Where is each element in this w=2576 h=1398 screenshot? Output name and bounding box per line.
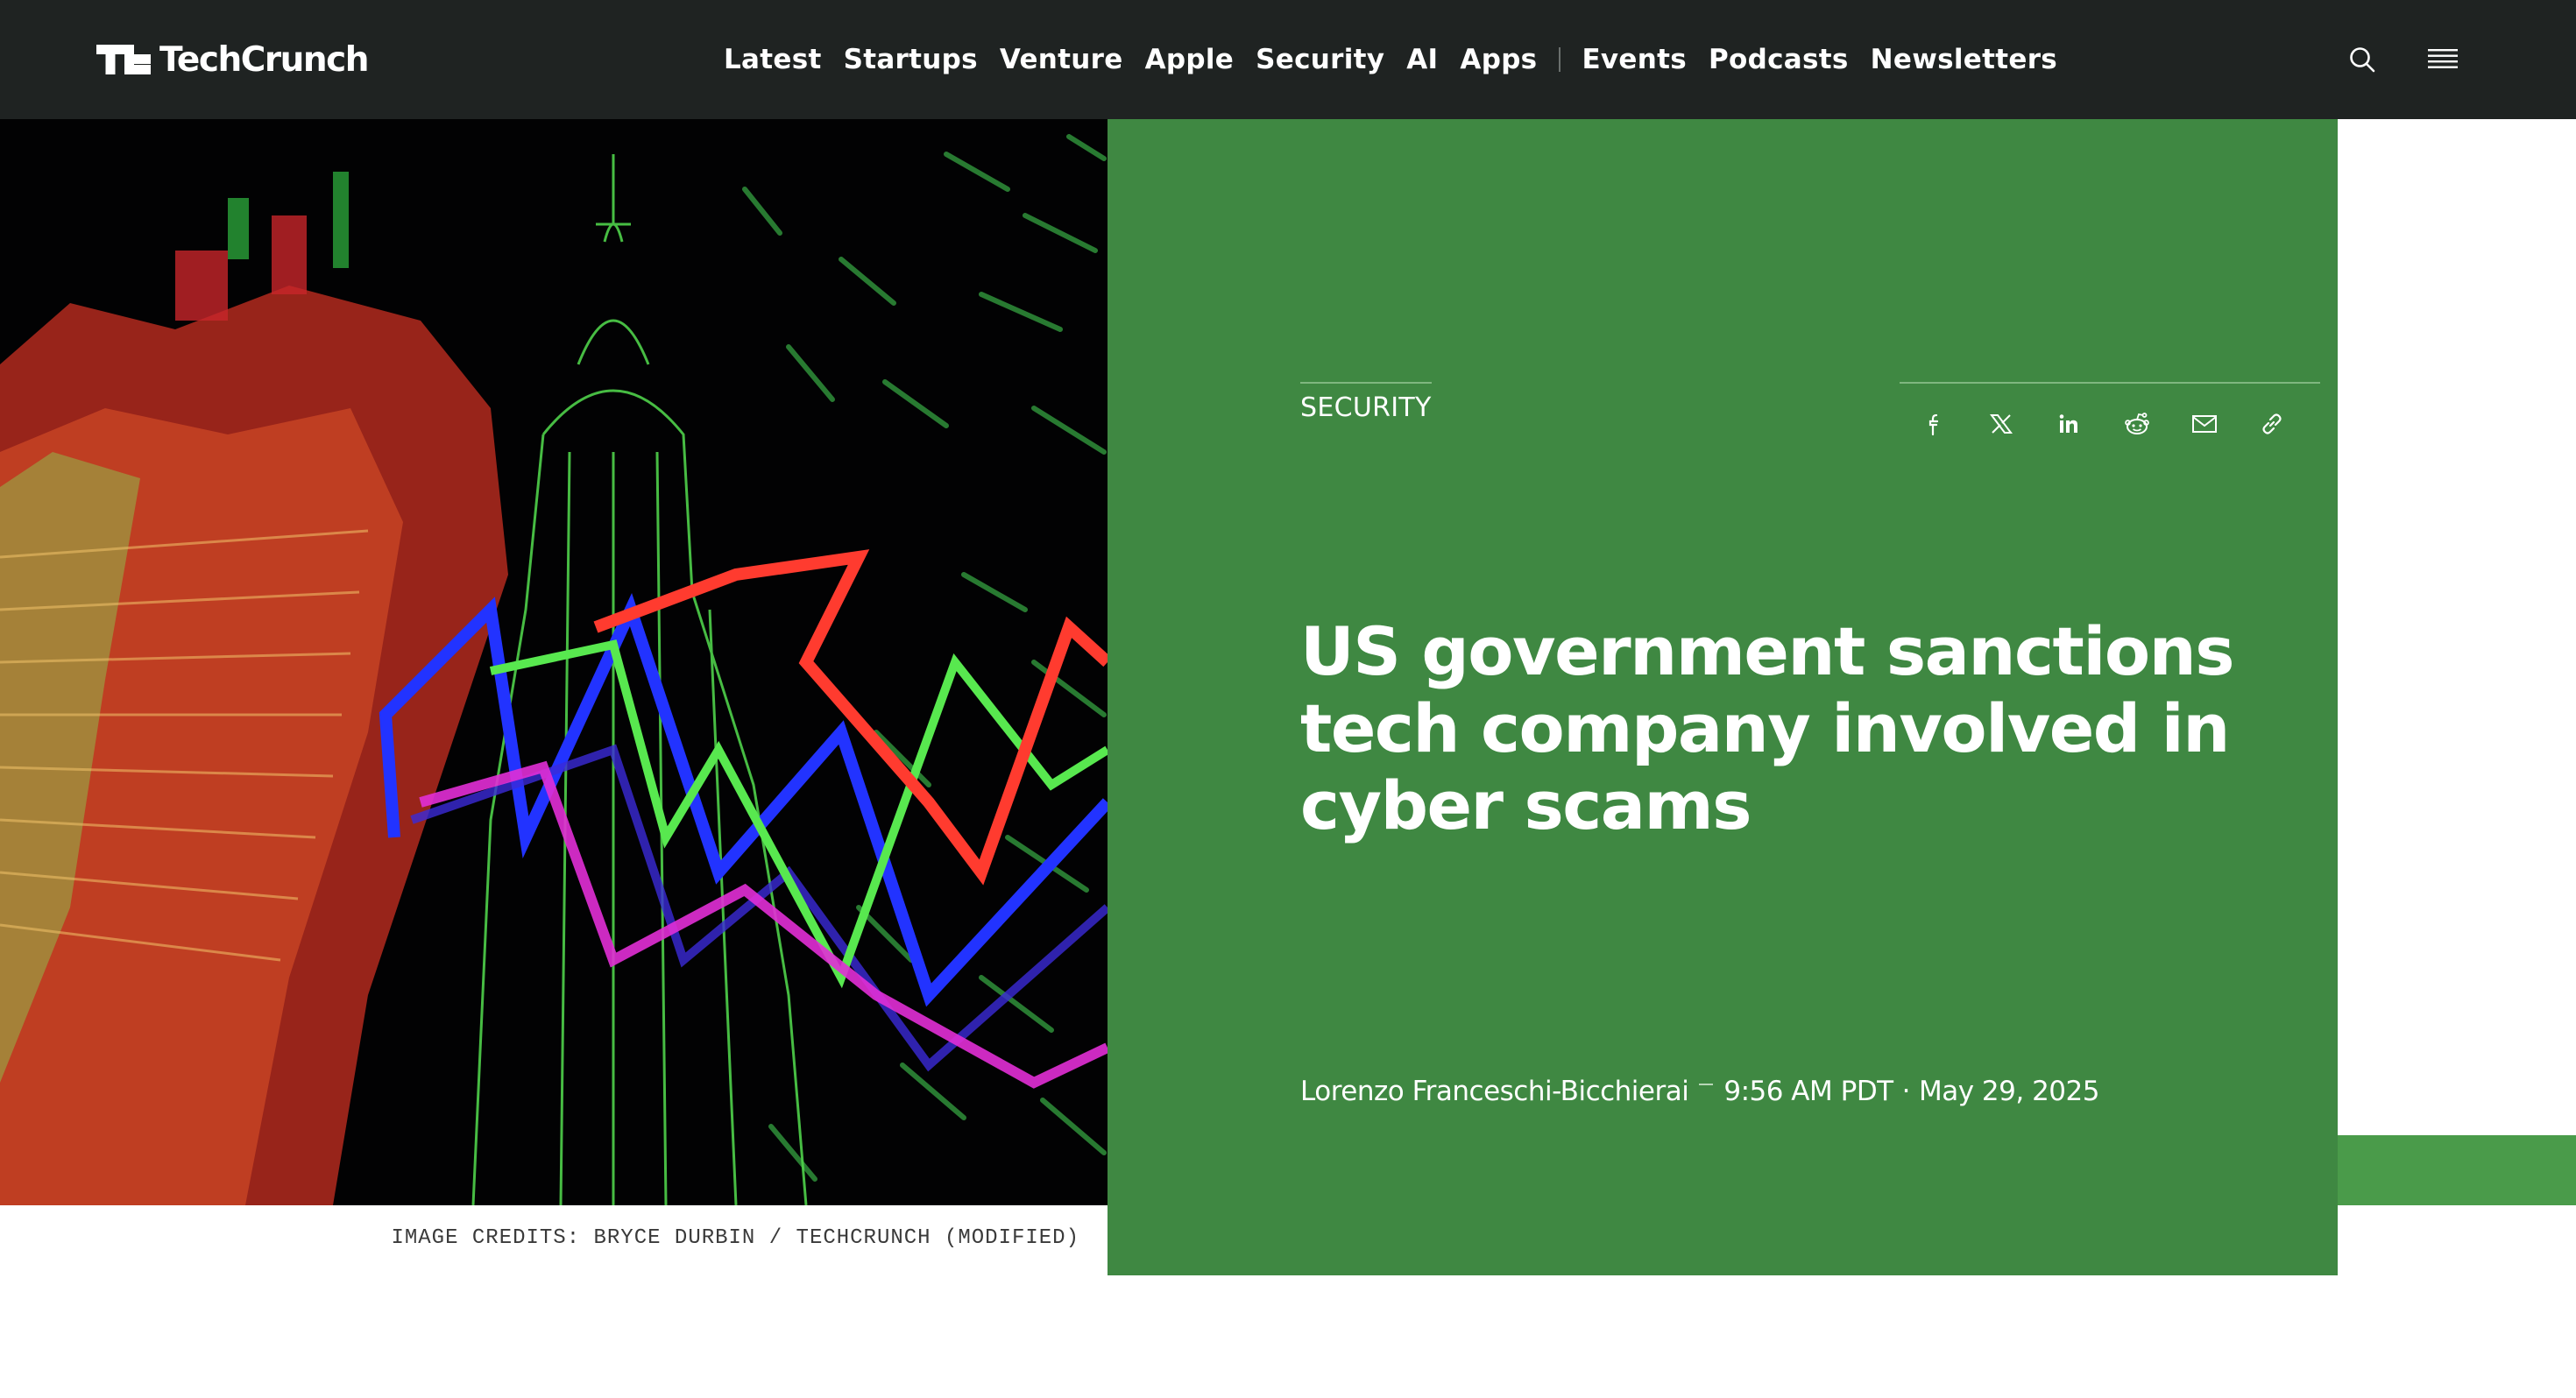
share-x-button[interactable] <box>1981 403 2020 445</box>
search-button[interactable] <box>2343 40 2381 79</box>
x-icon <box>1989 414 2013 434</box>
nav-link-apple[interactable]: Apple <box>1145 44 1235 75</box>
menu-button[interactable] <box>2424 40 2462 79</box>
article-title: US government sanctions tech company inv… <box>1300 612 2234 844</box>
panel-accent-block <box>2338 1135 2576 1205</box>
techcrunch-logo[interactable]: TechCrunch <box>96 39 370 81</box>
byline: Lorenzo Franceschi-Bicchierai 9:56 AM PD… <box>1300 1076 2099 1107</box>
dot-separator: · <box>1901 1076 1911 1107</box>
category-link[interactable]: SECURITY <box>1300 392 1432 423</box>
share-facebook-button[interactable] <box>1914 403 1953 445</box>
category-block: SECURITY <box>1300 382 1432 423</box>
nav-link-apps[interactable]: Apps <box>1460 44 1537 75</box>
nav-link-events[interactable]: Events <box>1582 44 1687 75</box>
linkedin-icon <box>2060 414 2078 433</box>
share-bar <box>1900 382 2320 445</box>
hamburger-menu-icon <box>2428 49 2458 68</box>
author-link[interactable]: Lorenzo Franceschi-Bicchierai <box>1300 1076 1689 1107</box>
share-email-button[interactable] <box>2184 403 2224 445</box>
image-credit: IMAGE CREDITS: BRYCE DURBIN / TECHCRUNCH… <box>391 1226 1079 1250</box>
top-nav: TechCrunch Latest Startups Venture Apple… <box>0 0 2576 119</box>
nav-link-ai[interactable]: AI <box>1406 44 1438 75</box>
nav-link-latest[interactable]: Latest <box>724 44 822 75</box>
publish-date: May 29, 2025 <box>1918 1076 2100 1107</box>
reddit-icon <box>2124 413 2149 434</box>
hero-illustration <box>0 119 1108 1205</box>
tc-logo-mark-icon <box>96 45 151 74</box>
category-divider <box>1300 382 1432 384</box>
hero-image <box>0 119 1108 1205</box>
nav-link-podcasts[interactable]: Podcasts <box>1709 44 1849 75</box>
facebook-icon <box>1928 413 1938 436</box>
nav-link-venture[interactable]: Venture <box>1000 44 1123 75</box>
nav-link-security[interactable]: Security <box>1256 44 1384 75</box>
share-link-button[interactable] <box>2253 403 2292 445</box>
nav-link-newsletters[interactable]: Newsletters <box>1871 44 2057 75</box>
share-icons <box>1900 403 2320 445</box>
publish-time: 9:56 AM PDT <box>1723 1076 1893 1107</box>
nav-divider <box>1559 47 1561 72</box>
logo-text: TechCrunch <box>159 39 370 80</box>
nav-link-startups[interactable]: Startups <box>844 44 978 75</box>
byline-divider <box>1699 1084 1714 1085</box>
primary-nav: Latest Startups Venture Apple Security A… <box>724 35 2079 84</box>
share-linkedin-button[interactable] <box>2049 403 2089 445</box>
link-icon <box>2262 413 2282 434</box>
search-icon <box>2350 47 2375 73</box>
share-divider <box>1900 382 2320 384</box>
email-icon <box>2191 415 2217 433</box>
share-reddit-button[interactable] <box>2117 403 2156 445</box>
